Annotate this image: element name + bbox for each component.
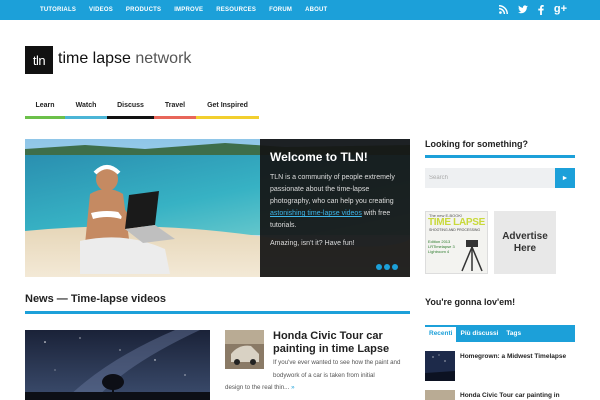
ebook-banner[interactable]: The new E-BOOK! TIME LAPSE SHOOTING AND … (425, 211, 488, 274)
read-more-link[interactable]: » (291, 384, 294, 391)
twitter-icon[interactable] (517, 5, 528, 14)
category-nav: Learn Watch Discuss Travel Get Inspired (25, 101, 259, 119)
slider-text: TLN is a community of people extremely p… (270, 172, 401, 232)
midwest-timelapse-image (425, 351, 455, 381)
slider-caption: Welcome to TLN! TLN is a community of pe… (260, 139, 410, 277)
slider-link[interactable]: astonishing time-lapse videos (270, 210, 362, 217)
advertise-here-banner[interactable]: Advertise Here (494, 211, 556, 274)
nav-item-videos[interactable]: VIDEOS (89, 7, 113, 13)
nav-item-forum[interactable]: FORUM (269, 7, 292, 13)
slider-dots (376, 264, 400, 270)
sidebar-post-title-2[interactable]: Honda Civic Tour car painting in (460, 392, 575, 399)
post-excerpt-end: design to the real thin... (225, 384, 290, 391)
rss-icon[interactable] (498, 5, 508, 14)
popular-widget-title: You're gonna lov'em! (425, 297, 516, 307)
tab-tags[interactable]: Tags (502, 325, 525, 342)
news-divider (25, 311, 410, 314)
post-title[interactable]: Honda Civic Tour car painting in time La… (273, 330, 408, 356)
site-name-bold: time lapse (58, 50, 131, 67)
tripod-icon (461, 240, 483, 272)
nav-item-about[interactable]: ABOUT (305, 7, 327, 13)
google-plus-icon[interactable]: g+ (554, 3, 567, 16)
featured-post-thumbnail[interactable] (25, 330, 210, 400)
search-widget-divider (425, 155, 575, 158)
logo-mark[interactable]: tln (25, 46, 53, 74)
slider-title: Welcome to TLN! (270, 150, 368, 164)
category-watch[interactable]: Watch (65, 101, 107, 119)
post-tabs: Recenti Più discussi Tags (425, 325, 575, 342)
news-section-title: News — Time-lapse videos (25, 293, 167, 305)
sidebar-post-thumbnail-2[interactable] (425, 390, 455, 400)
nav-item-products[interactable]: PRODUCTS (126, 7, 161, 13)
search-input[interactable] (425, 168, 555, 188)
search-button[interactable]: ► (555, 168, 575, 188)
search-widget-title: Looking for something? (425, 139, 528, 149)
slider-dot-1[interactable] (376, 264, 382, 270)
slider-dot-3[interactable] (392, 264, 398, 270)
tab-piu-discussi[interactable]: Più discussi (456, 325, 502, 342)
car-painting-small-image (425, 390, 455, 400)
post-thumbnail[interactable] (225, 330, 264, 369)
category-discuss[interactable]: Discuss (107, 101, 154, 119)
ebook-line-3: SHOOTING AND PROCESSING (429, 228, 481, 232)
category-get-inspired[interactable]: Get Inspired (196, 101, 259, 119)
category-learn[interactable]: Learn (25, 101, 65, 119)
sidebar-post-thumbnail-1[interactable] (425, 351, 455, 381)
car-painting-image (225, 330, 264, 369)
top-nav: TUTORIALS VIDEOS PRODUCTS IMPROVE RESOUR… (40, 0, 340, 20)
nav-item-resources[interactable]: RESOURCES (216, 7, 256, 13)
sidebar-post-title-1[interactable]: Homegrown: a Midwest Timelapse (460, 353, 575, 360)
ebook-line-4: Edition 2013 LRTimelapse 3 Lightroom 4 (428, 239, 455, 254)
slider-text-before: TLN is a community of people extremely p… (270, 174, 395, 205)
slider-tagline: Amazing, isn't it? Have fun! (270, 240, 355, 247)
nav-item-improve[interactable]: IMPROVE (174, 7, 203, 13)
site-name[interactable]: time lapse network (58, 50, 191, 68)
milky-way-image (25, 330, 210, 400)
social-links: g+ (489, 3, 567, 16)
nav-item-tutorials[interactable]: TUTORIALS (40, 7, 76, 13)
post-excerpt-line-b: design to the real thin... » (225, 382, 410, 395)
category-travel[interactable]: Travel (154, 101, 196, 119)
ebook-line-2: TIME LAPSE (428, 217, 486, 228)
facebook-icon[interactable] (538, 4, 544, 15)
tab-recenti[interactable]: Recenti (425, 325, 457, 342)
post-excerpt-line-a: If you've ever wanted to see how the pai… (273, 359, 401, 379)
slider-dot-2[interactable] (384, 264, 390, 270)
top-bar: TUTORIALS VIDEOS PRODUCTS IMPROVE RESOUR… (0, 0, 600, 20)
site-name-light: network (130, 50, 192, 67)
